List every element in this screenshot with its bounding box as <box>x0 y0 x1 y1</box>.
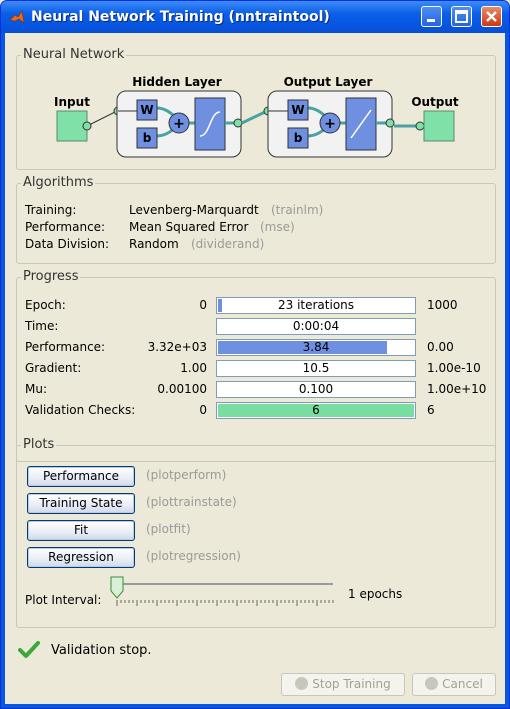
algorithm-code: (trainlm) <box>271 203 324 217</box>
output-layer-label: Output Layer <box>284 75 373 89</box>
network-diagram: Input Hidden Layer W b + Output Layer W … <box>54 75 459 158</box>
algorithms-section-title: Algorithms <box>21 175 96 190</box>
dialog-body: Neural Network Input Hidden Layer W b + … <box>5 33 505 704</box>
algorithm-label: Performance: <box>25 220 106 234</box>
plots-panel: Plots Performance (plotperform) Training… <box>16 437 496 628</box>
output-layer-port <box>385 118 395 128</box>
progress-end-value: 6 <box>427 403 435 417</box>
algorithm-code: (mse) <box>260 220 295 234</box>
hidden-w-label: W <box>140 103 153 117</box>
plot-function-name: (plotregression) <box>146 549 241 563</box>
title-bar[interactable]: Neural Network Training (nntraintool) <box>1 1 509 33</box>
progress-current-value: 6 <box>312 403 320 417</box>
progress-bar: 6 <box>216 402 416 419</box>
algorithm-label: Data Division: <box>25 237 110 251</box>
progress-start-value: 0.00100 <box>157 382 207 396</box>
progress-bar: 23 iterations <box>216 297 416 314</box>
progress-end-value: 0.00 <box>427 340 454 354</box>
input-label: Input <box>54 95 90 109</box>
progress-current-value: 0.100 <box>298 382 334 396</box>
neural-network-panel: Neural Network Input Hidden Layer W b + … <box>16 47 496 170</box>
output-b-label: b <box>294 131 303 145</box>
algorithm-value: Levenberg-Marquardt <box>129 203 259 217</box>
status-message: Validation stop. <box>51 643 152 658</box>
progress-panel: Progress Epoch: 0 23 iterations 1000 Tim… <box>16 269 496 462</box>
progress-end-value: 1.00e+10 <box>427 382 487 396</box>
progress-current-value: 10.5 <box>302 361 330 375</box>
app-window: Neural Network Training (nntraintool) Ne… <box>0 0 510 709</box>
progress-bar: 10.5 <box>216 360 416 377</box>
checkmark-icon <box>18 641 40 658</box>
plots-section-title: Plots <box>21 437 57 452</box>
progress-start-value: 1.00 <box>180 361 207 375</box>
progress-label: Gradient: <box>25 361 82 375</box>
minimize-icon <box>427 19 435 22</box>
matlab-logo-icon <box>9 10 25 24</box>
maximize-button[interactable] <box>451 6 472 27</box>
progress-current-value: 0:00:04 <box>292 319 340 333</box>
hidden-b-label: b <box>143 131 152 145</box>
progress-label: Epoch: <box>25 298 66 312</box>
progress-label: Performance: <box>25 340 106 354</box>
progress-label: Mu: <box>25 382 48 396</box>
cancel-icon <box>425 677 439 690</box>
progress-label: Validation Checks: <box>25 403 136 417</box>
input-port <box>82 121 92 131</box>
progress-bar: 3.84 <box>216 339 416 356</box>
progress-start-value: 0 <box>199 403 207 417</box>
output-node <box>423 110 455 142</box>
progress-bar: 0.100 <box>216 381 416 398</box>
performance-plot-button[interactable]: Performance <box>27 466 135 487</box>
progress-current-value: 23 iterations <box>277 298 355 312</box>
regression-plot-button[interactable]: Regression <box>27 547 135 568</box>
maximize-icon <box>455 10 468 23</box>
progress-start-value: 0 <box>199 298 207 312</box>
cancel-button[interactable]: Cancel <box>412 673 496 696</box>
algorithm-code: (dividerand) <box>191 237 265 251</box>
progress-section-title: Progress <box>21 269 81 284</box>
algorithms-panel: Algorithms Training: Levenberg-Marquardt… <box>16 175 496 264</box>
minimize-button[interactable] <box>421 6 442 27</box>
progress-start-value: 3.32e+03 <box>147 340 207 354</box>
input-connector <box>86 110 118 127</box>
close-icon <box>486 11 497 22</box>
plot-function-name: (plottrainstate) <box>146 495 237 509</box>
output-w-label: W <box>291 103 304 117</box>
plot-interval-value: 1 epochs <box>348 587 403 601</box>
stop-icon <box>295 677 309 690</box>
window-title: Neural Network Training (nntraintool) <box>31 9 330 25</box>
progress-current-value: 3.84 <box>302 340 330 354</box>
cancel-label: Cancel <box>442 677 483 691</box>
training-state-plot-button[interactable]: Training State <box>27 493 135 514</box>
output-plus-label: + <box>324 116 336 132</box>
progress-bar: 0:00:04 <box>216 318 416 335</box>
slider-ticks <box>116 600 334 606</box>
hidden-layer-label: Hidden Layer <box>132 75 222 89</box>
algorithm-label: Training: <box>25 203 77 217</box>
plot-interval-label: Plot Interval: <box>25 593 102 607</box>
stop-training-label: Stop Training <box>312 677 391 691</box>
hidden-plus-label: + <box>173 116 185 132</box>
algorithm-value: Mean Squared Error <box>129 220 249 234</box>
fit-plot-button[interactable]: Fit <box>27 520 135 541</box>
progress-end-value: 1.00e-10 <box>427 361 481 375</box>
close-button[interactable] <box>481 6 502 27</box>
progress-label: Time: <box>25 319 59 333</box>
plot-function-name: (plotperform) <box>146 468 227 482</box>
output-port <box>415 121 425 131</box>
slider-thumb <box>110 576 124 599</box>
progress-end-value: 1000 <box>427 298 458 312</box>
plot-function-name: (plotfit) <box>146 522 191 536</box>
plot-interval-slider[interactable] <box>109 574 341 608</box>
algorithm-value: Random <box>129 237 179 251</box>
output-label: Output <box>411 95 459 109</box>
stop-training-button[interactable]: Stop Training <box>281 673 405 696</box>
hidden-output-port <box>233 118 243 128</box>
